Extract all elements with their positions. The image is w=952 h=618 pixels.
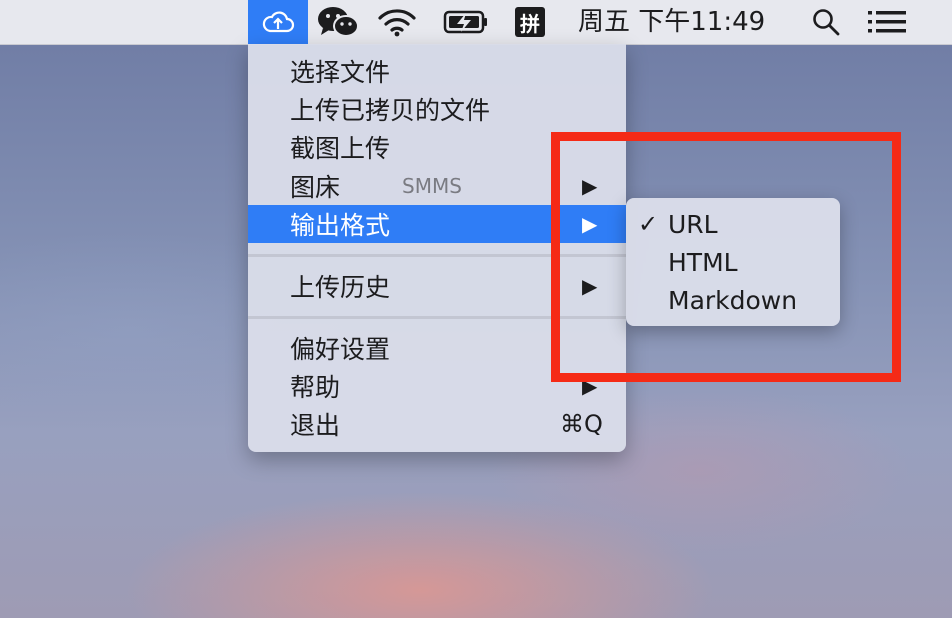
cloud-upload-icon[interactable] — [248, 0, 308, 44]
menu-item-select-file[interactable]: 选择文件 — [248, 52, 626, 90]
quit-shortcut: ⌘Q — [560, 410, 603, 438]
menu-item-label: 退出 — [290, 411, 341, 440]
battery-charging-icon[interactable] — [440, 0, 492, 44]
menu-item-label: 截图上传 — [290, 134, 391, 163]
annotation-highlight-box — [551, 132, 901, 382]
menubar-clock[interactable]: 周五 下午11:49 — [578, 0, 765, 44]
pinyin-input-icon[interactable]: 拼 — [512, 0, 548, 44]
wifi-icon[interactable] — [372, 0, 422, 44]
image-host-current-value: SMMS — [402, 174, 462, 198]
menu-item-label: 选择文件 — [290, 58, 391, 87]
menu-bar: 拼 周五 下午11:49 — [0, 0, 952, 45]
menu-item-label: 偏好设置 — [290, 335, 391, 364]
wechat-icon[interactable] — [314, 0, 362, 44]
menu-item-label: 上传历史 — [290, 273, 391, 302]
menu-item-label: 上传已拷贝的文件 — [290, 96, 491, 125]
list-icon[interactable] — [864, 0, 910, 44]
menu-item-label: 图床 — [290, 173, 341, 202]
search-icon[interactable] — [806, 0, 846, 44]
menu-item-label: 输出格式 — [290, 211, 391, 240]
menu-item-upload-copied-file[interactable]: 上传已拷贝的文件 — [248, 90, 626, 128]
menu-item-label: 帮助 — [290, 373, 341, 402]
menu-item-quit[interactable]: 退出 ⌘Q — [248, 405, 626, 443]
ime-label: 拼 — [515, 7, 545, 37]
